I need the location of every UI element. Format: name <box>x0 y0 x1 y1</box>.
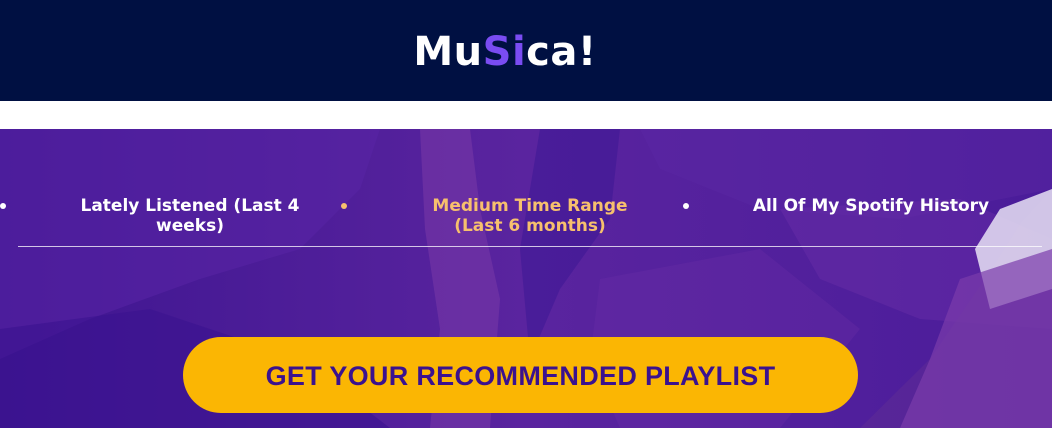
tab-long-term[interactable]: All Of My Spotify History <box>751 196 991 216</box>
logo-text-accent: Si <box>482 29 527 75</box>
app-logo[interactable]: MuSica! <box>0 26 1010 78</box>
tabs-divider <box>18 246 1042 247</box>
get-recommended-playlist-button[interactable]: GET YOUR RECOMMENDED PLAYLIST <box>183 337 858 413</box>
header-spacer <box>0 101 1052 129</box>
tab-short-term[interactable]: Lately Listened (Last 4 weeks) <box>70 196 310 236</box>
logo-text-start: Mu <box>413 29 483 75</box>
tab-medium-term[interactable]: Medium Time Range (Last 6 months) <box>410 196 650 236</box>
logo-text-end: ca! <box>526 29 597 75</box>
tab-bullet <box>683 203 689 209</box>
tab-bullet <box>341 203 347 209</box>
time-range-tabs: Lately Listened (Last 4 weeks) Medium Ti… <box>0 196 1052 248</box>
tab-bullet <box>0 203 6 209</box>
app-header: MuSica! <box>0 0 1052 101</box>
hero-section: Lately Listened (Last 4 weeks) Medium Ti… <box>0 129 1052 428</box>
